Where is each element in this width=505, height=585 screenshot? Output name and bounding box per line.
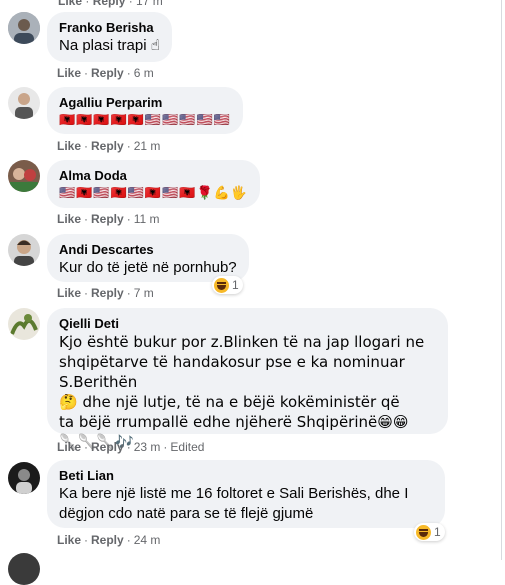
comment-actions: Like · Reply · 11 m: [57, 212, 160, 226]
comment-actions: Like · Reply · 23 m · Edited: [57, 440, 205, 454]
comment-text: 🇦🇱🇦🇱🇦🇱🇦🇱🇦🇱🇺🇸🇺🇸🇺🇸🇺🇸🇺🇸: [59, 113, 231, 128]
avatar-photo-icon: [8, 12, 40, 44]
like-link[interactable]: Like: [57, 286, 81, 300]
comment-actions: Like · Reply · 24 m: [57, 533, 161, 547]
reaction-number: 1: [434, 525, 441, 539]
haha-reaction-icon: [214, 277, 229, 293]
avatar-photo-icon: [8, 160, 40, 192]
like-link[interactable]: Like: [58, 0, 82, 8]
avatar-photo-icon: [8, 87, 40, 119]
comment-author[interactable]: Beti Lian: [59, 467, 433, 484]
comment-bubble: Franko Berisha Na plasi trapi ☝: [47, 12, 172, 62]
reply-link[interactable]: Reply: [93, 0, 126, 8]
edited-label[interactable]: Edited: [170, 440, 204, 454]
comment-time[interactable]: 6 m: [134, 66, 154, 80]
reaction-number: 1: [232, 278, 239, 292]
haha-reaction-icon: [416, 524, 431, 540]
comment-time[interactable]: 7 m: [134, 286, 154, 300]
comment-text: Kjo është bukur por z.Blinken të na jap …: [59, 333, 425, 451]
reply-link[interactable]: Reply: [91, 533, 124, 547]
reaction-count[interactable]: 1: [212, 276, 243, 294]
comment-actions: Like · Reply · 6 m: [57, 66, 154, 80]
like-link[interactable]: Like: [57, 212, 81, 226]
avatar[interactable]: [8, 160, 40, 192]
reply-link[interactable]: Reply: [91, 440, 124, 454]
comment-time[interactable]: 23 m: [134, 440, 161, 454]
comment-time[interactable]: 21 m: [134, 139, 161, 153]
comment-text: Kur do të jetë në pornhub?: [59, 259, 237, 276]
comment-bubble: Alma Doda 🇺🇸🇦🇱🇺🇸🇦🇱🇺🇸🇦🇱🇺🇸🇦🇱🌹💪🖐: [47, 160, 261, 208]
avatar[interactable]: [8, 462, 40, 494]
comment-author[interactable]: Alma Doda: [59, 167, 248, 184]
comment-author[interactable]: Agalliu Perparim: [59, 94, 231, 111]
avatar-photo-icon: [8, 234, 40, 266]
avatar-photo-icon: [8, 462, 40, 494]
reply-link[interactable]: Reply: [91, 66, 124, 80]
avatar[interactable]: [8, 553, 40, 585]
comment-bubble: Andi Descartes Kur do të jetë në pornhub…: [47, 234, 249, 282]
avatar[interactable]: [8, 308, 40, 340]
comment-bubble: Agalliu Perparim 🇦🇱🇦🇱🇦🇱🇦🇱🇦🇱🇺🇸🇺🇸🇺🇸🇺🇸🇺🇸: [47, 87, 243, 134]
comment-text: 🇺🇸🇦🇱🇺🇸🇦🇱🇺🇸🇦🇱🇺🇸🇦🇱🌹💪🖐: [59, 186, 249, 201]
comment-bubble: Beti Lian Ka bere një listë me 16 foltor…: [47, 460, 445, 528]
comment-actions: Like · Reply · 7 m: [57, 286, 154, 300]
previous-comment-actions: Like · Reply · 17 m: [58, 0, 163, 8]
avatar-photo-icon: [8, 308, 40, 340]
reply-link[interactable]: Reply: [91, 286, 124, 300]
reaction-count[interactable]: 1: [414, 523, 445, 541]
page-border: [501, 0, 502, 560]
comment-actions: Like · Reply · 21 m: [57, 139, 161, 153]
comment-author[interactable]: Andi Descartes: [59, 241, 237, 258]
avatar[interactable]: [8, 234, 40, 266]
like-link[interactable]: Like: [57, 66, 81, 80]
avatar[interactable]: [8, 87, 40, 119]
reply-link[interactable]: Reply: [91, 139, 124, 153]
comment-text: Ka bere një listë me 16 foltoret e Sali …: [59, 485, 409, 522]
avatar[interactable]: [8, 12, 40, 44]
reply-link[interactable]: Reply: [91, 212, 124, 226]
like-link[interactable]: Like: [57, 533, 81, 547]
comment-time: 17 m: [136, 0, 163, 8]
like-link[interactable]: Like: [57, 440, 81, 454]
comment-time[interactable]: 11 m: [134, 212, 160, 226]
like-link[interactable]: Like: [57, 139, 81, 153]
comment-author[interactable]: Qielli Deti: [59, 315, 436, 332]
comment-text: Na plasi trapi ☝: [59, 37, 160, 54]
comment-time[interactable]: 24 m: [134, 533, 161, 547]
comment-author[interactable]: Franko Berisha: [59, 19, 160, 36]
comment-bubble: Qielli Deti Kjo është bukur por z.Blinke…: [47, 308, 448, 451]
